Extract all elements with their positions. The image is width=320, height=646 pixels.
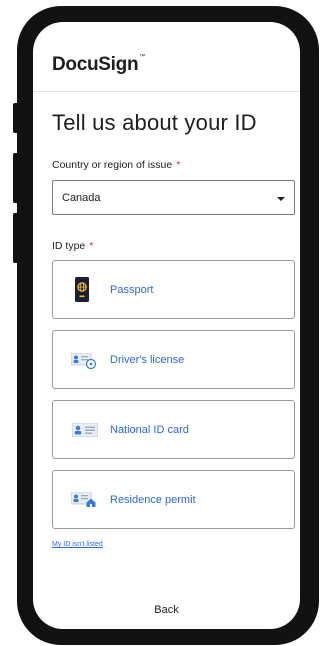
country-label: Country or region of issue * [52, 159, 181, 171]
id-type-label: ID type * [52, 240, 94, 252]
phone-screen: DocuSign™ Tell us about your ID Country … [33, 22, 300, 629]
country-select-value: Canada [62, 192, 101, 204]
id-option-passport[interactable]: Passport [52, 260, 295, 319]
id-option-residence-permit[interactable]: Residence permit [52, 470, 295, 529]
required-mark: * [176, 159, 181, 171]
national-id-card-icon [71, 422, 99, 442]
passport-icon [75, 277, 89, 307]
back-button[interactable]: Back [33, 604, 300, 616]
country-select[interactable]: Canada [52, 180, 295, 215]
phone-frame: DocuSign™ Tell us about your ID Country … [17, 6, 319, 645]
id-option-drivers-license[interactable]: Driver's license [52, 330, 295, 389]
app-header: DocuSign™ [33, 22, 300, 92]
page-title: Tell us about your ID [52, 110, 257, 135]
drivers-license-icon [70, 352, 97, 374]
required-mark: * [89, 240, 94, 252]
residence-permit-icon [70, 491, 97, 513]
id-option-label: Driver's license [110, 354, 185, 366]
id-not-listed-link[interactable]: My ID isn't listed [52, 541, 103, 548]
id-option-label: Residence permit [110, 494, 196, 506]
chevron-down-icon [277, 197, 285, 201]
id-option-national-id-card[interactable]: National ID card [52, 400, 295, 459]
id-option-label: National ID card [110, 424, 189, 436]
docusign-logo: DocuSign™ [52, 54, 145, 75]
id-option-label: Passport [110, 284, 154, 296]
